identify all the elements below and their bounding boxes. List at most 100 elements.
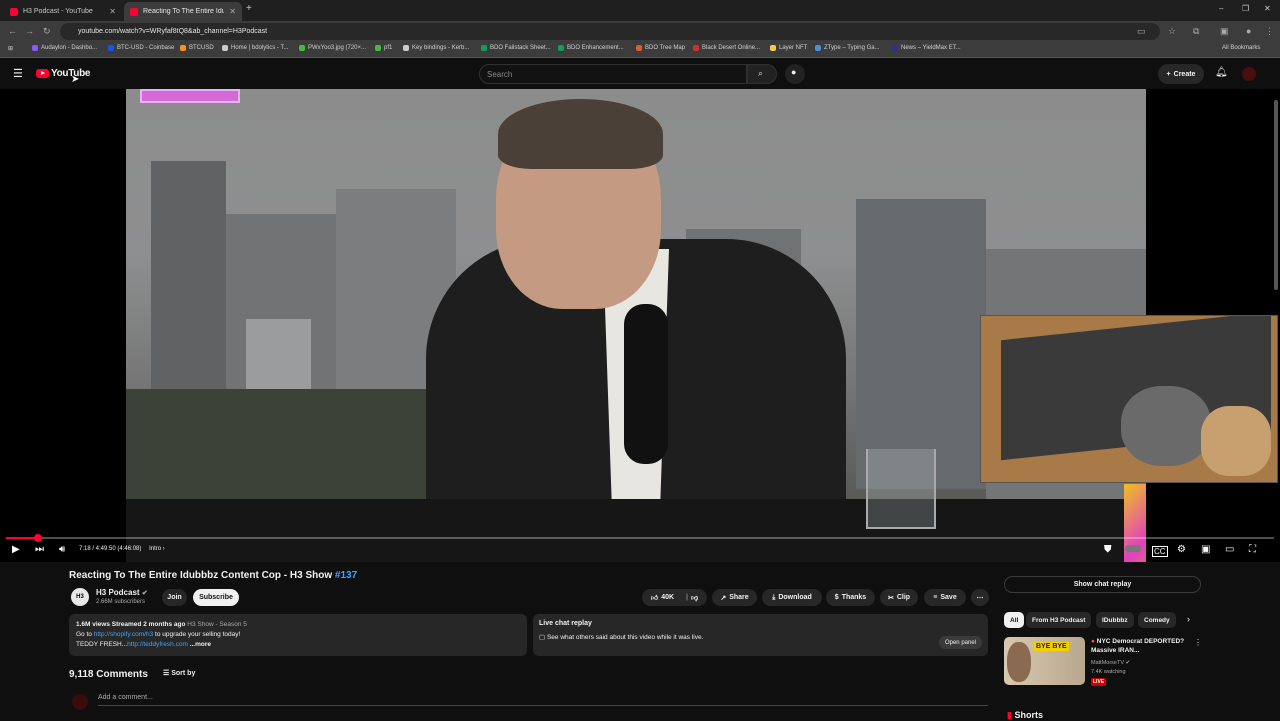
- shopify-link[interactable]: http://shopify.com/h3: [94, 631, 154, 638]
- thanks-button[interactable]: $ Thanks: [826, 589, 875, 606]
- youtube-favicon-icon: [10, 7, 18, 16]
- close-tab-icon[interactable]: ✕: [109, 7, 116, 16]
- teddyfresh-link[interactable]: http://teddyfresh.com: [127, 641, 188, 648]
- channel-name[interactable]: H3 Podcast ✔: [96, 588, 148, 597]
- thanks-label: Thanks: [841, 594, 867, 601]
- close-window-icon[interactable]: ✕: [1264, 4, 1271, 13]
- menu-kebab-icon[interactable]: ⋮: [1265, 26, 1274, 37]
- captions-icon[interactable]: CC: [1152, 546, 1168, 557]
- chapter-label[interactable]: Intro: [149, 546, 161, 552]
- back-icon[interactable]: ←: [8, 26, 17, 36]
- bookmark-item[interactable]: Home | bdolytics - T...: [222, 45, 288, 51]
- show-chat-replay-button[interactable]: Show chat replay: [1004, 576, 1201, 593]
- like-count[interactable]: 40K: [661, 594, 674, 601]
- bookmark-item[interactable]: pf1: [375, 45, 392, 51]
- video-hashtag[interactable]: #137: [335, 570, 357, 581]
- fullscreen-icon[interactable]: ⛶: [1249, 544, 1256, 555]
- bookmark-label: Layer NFT: [779, 45, 808, 51]
- video-player[interactable]: ▶ ⏭ 🔊︎ 7:18 / 4:49:50 (4:46:08) Intro › …: [0, 89, 1280, 562]
- page-scrollbar[interactable]: [1274, 100, 1278, 290]
- series-link[interactable]: H3 Show - Season 5: [187, 621, 247, 628]
- miniplayer-icon[interactable]: ▣: [1201, 544, 1210, 555]
- forward-icon[interactable]: →: [25, 26, 34, 36]
- search-input[interactable]: Search: [479, 64, 747, 84]
- bookmark-item[interactable]: Black Desert Online...: [693, 45, 760, 51]
- save-button[interactable]: ≡ Save: [924, 589, 966, 606]
- bookmark-item[interactable]: BDO Failstack Sheet...: [481, 45, 551, 51]
- join-button[interactable]: Join: [162, 589, 187, 606]
- address-bar[interactable]: youtube.com/watch?v=WRyfaf8tQ8&ab_channe…: [60, 23, 1160, 40]
- bookmark-item[interactable]: Audaylon - Dashbo...: [32, 45, 97, 51]
- chevron-right-icon[interactable]: ›: [1187, 614, 1190, 624]
- bookmark-item[interactable]: BTCUSD: [180, 45, 214, 51]
- bookmark-favicon-icon: [108, 45, 114, 51]
- show-more-link[interactable]: ...more: [190, 641, 211, 648]
- profile-icon[interactable]: ●: [1246, 26, 1251, 36]
- chip-from-h3-podcast[interactable]: From H3 Podcast: [1026, 612, 1092, 628]
- bookmark-label: ZType – Typing Ga...: [824, 45, 880, 51]
- bookmark-item[interactable]: Key bindings - Kerb...: [403, 45, 469, 51]
- thumbs-down-icon[interactable]: 👎︎: [691, 593, 698, 602]
- bookmark-item[interactable]: News – YieldMax ET...: [892, 45, 961, 51]
- add-comment-input[interactable]: Add a comment...: [98, 694, 988, 706]
- hamburger-menu-icon[interactable]: ☰: [13, 67, 23, 80]
- minimize-icon[interactable]: –: [1219, 4, 1223, 13]
- voice-search-button[interactable]: ●: [785, 64, 805, 84]
- mouse-cursor-icon: ➤: [71, 74, 80, 85]
- thumbs-up-icon[interactable]: 👍︎: [651, 593, 658, 602]
- youtube-favicon-icon: [130, 7, 138, 16]
- restore-icon[interactable]: ❐: [1242, 4, 1249, 13]
- side-panel-icon[interactable]: ▣: [1220, 26, 1229, 37]
- live-chat-replay-panel: Live chat replay ▢ See what others said …: [533, 614, 988, 656]
- sort-by-button[interactable]: ☰ Sort by: [163, 669, 195, 677]
- notifications-bell-icon[interactable]: 🔔︎: [1215, 67, 1228, 78]
- settings-gear-icon[interactable]: ⚙: [1177, 544, 1186, 555]
- create-button[interactable]: + Create: [1158, 64, 1204, 84]
- youtube-logo[interactable]: YouTube: [36, 68, 91, 79]
- bookmark-item[interactable]: PWxYoo3.jpg (720×...: [299, 45, 366, 51]
- progress-bar[interactable]: [6, 534, 1274, 542]
- bookmark-item[interactable]: Layer NFT: [770, 45, 807, 51]
- bookmark-label: BDO Failstack Sheet...: [490, 45, 551, 51]
- bookmark-item[interactable]: ZType – Typing Ga...: [815, 45, 880, 51]
- channel-avatar[interactable]: H3: [71, 588, 89, 606]
- tab-reacting-video[interactable]: Reacting To The Entire Idubbbz ✕: [124, 2, 242, 21]
- chip-comedy[interactable]: Comedy: [1138, 612, 1176, 628]
- progress-scrubber[interactable]: [33, 534, 42, 542]
- share-button[interactable]: ↗ Share: [712, 589, 757, 606]
- video-description[interactable]: 1.6M views Streamed 2 months ago H3 Show…: [69, 614, 527, 656]
- bookmark-label: BTC-USD - Coinbase: [117, 45, 175, 51]
- subscribe-button[interactable]: Subscribe: [193, 589, 239, 606]
- chip-all[interactable]: All: [1004, 612, 1025, 628]
- reload-icon[interactable]: ↻: [43, 26, 51, 37]
- bookmark-item[interactable]: BDO Enhancement...: [558, 45, 624, 51]
- extensions-icon[interactable]: ⧉: [1193, 26, 1199, 37]
- more-actions-button[interactable]: ⋯: [971, 589, 989, 606]
- recommended-channel[interactable]: MattMorseTV ✔: [1091, 660, 1130, 666]
- chip-idubbbz[interactable]: IDubbbz: [1096, 612, 1134, 628]
- search-button[interactable]: ⌕: [747, 64, 777, 84]
- volume-icon[interactable]: 🔊︎: [59, 544, 65, 555]
- bookmark-star-icon[interactable]: ☆: [1168, 26, 1176, 37]
- theater-mode-icon[interactable]: ▭: [1225, 544, 1234, 555]
- bookmark-item[interactable]: BDO Tree Map: [636, 45, 685, 51]
- apps-grid-icon[interactable]: ⊞: [8, 45, 13, 52]
- download-button[interactable]: ⤓ Download: [762, 589, 822, 606]
- cast-icon[interactable]: ▭: [1137, 26, 1146, 37]
- account-avatar[interactable]: [1242, 67, 1256, 81]
- open-panel-button[interactable]: Open panel: [938, 636, 982, 649]
- bookmark-item[interactable]: BTC-USD - Coinbase: [108, 45, 174, 51]
- recommended-more-icon[interactable]: ⋮: [1194, 638, 1202, 647]
- tab-h3-podcast[interactable]: H3 Podcast - YouTube ✕: [4, 2, 122, 21]
- recommended-thumbnail[interactable]: BYE BYE: [1004, 637, 1085, 685]
- play-icon[interactable]: ▶: [12, 544, 20, 555]
- clip-button[interactable]: ✂ Clip: [880, 589, 918, 606]
- new-tab-button[interactable]: +: [246, 3, 252, 14]
- next-icon[interactable]: ⏭: [35, 544, 44, 555]
- autoplay-toggle[interactable]: [1125, 545, 1141, 552]
- close-tab-icon[interactable]: ✕: [229, 7, 236, 16]
- sponsor-shield-icon[interactable]: ⛊: [1104, 544, 1112, 555]
- recommended-title[interactable]: ● NYC Democrat DEPORTED? Massive IRAN...: [1091, 637, 1191, 655]
- all-bookmarks[interactable]: All Bookmarks: [1222, 45, 1260, 51]
- chapter-chevron-icon[interactable]: ›: [163, 546, 165, 552]
